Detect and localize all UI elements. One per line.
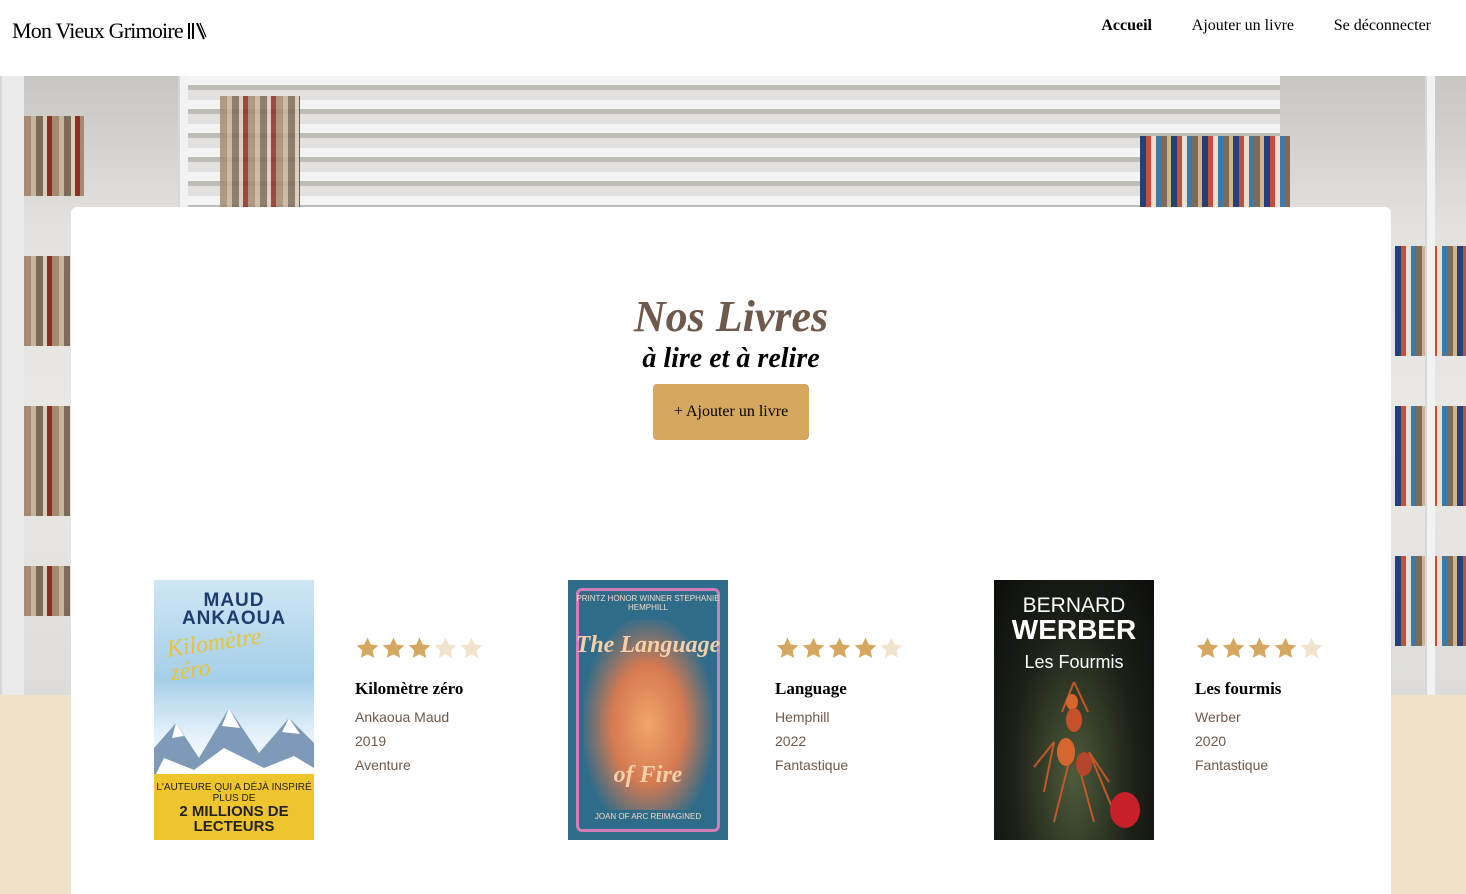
star-filled-icon — [828, 637, 851, 658]
book-year: 2019 — [355, 733, 387, 749]
book-author: Ankaoua Maud — [355, 709, 450, 725]
star-filled-icon — [1196, 637, 1219, 658]
book-meta: Werber 2020 Fantastique — [1195, 705, 1415, 777]
book-info: Language Hemphill 2022 Fantastique — [775, 636, 995, 777]
books-section: Nos Livres à lire et à relire + Ajouter … — [71, 207, 1391, 894]
book-card[interactable]: PRINTZ HONOR WINNER STEPHANIE HEMPHILL T… — [568, 580, 989, 840]
star-filled-icon — [1248, 637, 1271, 658]
cover-bottom-text: JOAN OF ARC REIMAGINED — [594, 812, 702, 821]
bookshelf-left — [24, 116, 84, 196]
book-author: Werber — [1195, 709, 1241, 725]
bookshelf-right — [1140, 136, 1290, 207]
star-filled-icon — [408, 637, 431, 658]
cover-title-top: The Language — [575, 632, 721, 658]
book-cover[interactable]: MAUD ANKAOUA Kilomètre zéro L'AUTEURE QU… — [154, 580, 314, 840]
rating-stars — [775, 636, 995, 664]
cover-banner-big: 2 MILLIONS DE LECTEURS — [179, 803, 289, 835]
book-info: Les fourmis Werber 2020 Fantastique — [1195, 636, 1415, 777]
cover-frame — [576, 588, 720, 832]
book-meta: Ankaoua Maud 2019 Aventure — [355, 705, 575, 777]
bookshelf-mid — [220, 96, 300, 207]
star-filled-icon — [854, 637, 877, 658]
book-card[interactable]: MAUD ANKAOUA Kilomètre zéro L'AUTEURE QU… — [154, 580, 575, 840]
star-filled-icon — [776, 637, 799, 658]
rating-stars — [1195, 636, 1415, 664]
logo-text: Mon Vieux Grimoire — [12, 18, 184, 43]
book-genre: Fantastique — [1195, 757, 1269, 773]
cover-banner-small: L'AUTEURE QUI A DÉJÀ INSPIRÉ PLUS DE — [156, 782, 312, 804]
cover-top-text: PRINTZ HONOR WINNER STEPHANIE HEMPHILL — [576, 594, 720, 612]
book-title[interactable]: Les fourmis — [1195, 679, 1415, 699]
book-info: Kilomètre zéro Ankaoua Maud 2019 Aventur… — [355, 636, 575, 777]
book-author: Hemphill — [775, 709, 830, 725]
bookshelf-left-3 — [24, 406, 70, 516]
page-title: Nos Livres — [633, 292, 829, 341]
cover-banner: L'AUTEURE QUI A DÉJÀ INSPIRÉ PLUS DE 2 M… — [154, 774, 314, 840]
shelf-pillar-right — [1425, 76, 1435, 695]
star-filled-icon — [1222, 637, 1245, 658]
rating-stars — [355, 636, 575, 664]
book-cover[interactable]: BERNARD WERBER Les Fourmis — [994, 580, 1154, 840]
bookshelf-left-4 — [24, 566, 70, 616]
mountains-illustration — [154, 708, 314, 778]
book-genre: Fantastique — [775, 757, 849, 773]
star-filled-icon — [1274, 637, 1297, 658]
cover-author-line: WERBER — [1011, 614, 1137, 645]
star-empty-icon — [460, 637, 483, 658]
ceiling-lights — [180, 76, 1280, 207]
page-subtitle: à lire et à relire — [642, 343, 820, 374]
star-empty-icon — [1300, 637, 1323, 658]
logo[interactable]: Mon Vieux Grimoire — [12, 18, 207, 44]
shelf-pillar-center-left — [178, 76, 188, 207]
book-cover[interactable]: PRINTZ HONOR WINNER STEPHANIE HEMPHILL T… — [568, 580, 728, 840]
book-title[interactable]: Language — [775, 679, 995, 699]
publisher-logo — [1110, 792, 1140, 828]
books-icon — [187, 21, 207, 41]
site-header: Mon Vieux Grimoire Accueil Ajouter un li… — [0, 0, 1466, 76]
nav-logout-link[interactable]: Se déconnecter — [1334, 17, 1431, 35]
book-card[interactable]: BERNARD WERBER Les Fourmis Les fourmis W… — [994, 580, 1391, 840]
book-genre: Aventure — [355, 757, 411, 773]
nav-home-link[interactable]: Accueil — [1101, 17, 1152, 35]
star-empty-icon — [434, 637, 457, 658]
shelf-pillar-left — [0, 76, 24, 695]
cover-title: Les Fourmis — [1024, 652, 1124, 672]
star-empty-icon — [880, 637, 903, 658]
book-year: 2020 — [1195, 733, 1227, 749]
book-title[interactable]: Kilomètre zéro — [355, 679, 575, 699]
bookshelf-left-2 — [24, 256, 70, 346]
star-filled-icon — [382, 637, 405, 658]
cover-title-bottom: of Fire — [613, 762, 683, 788]
book-meta: Hemphill 2022 Fantastique — [775, 705, 995, 777]
add-book-button[interactable]: + Ajouter un livre — [653, 384, 809, 440]
star-filled-icon — [802, 637, 825, 658]
star-filled-icon — [356, 637, 379, 658]
nav-add-book-link[interactable]: Ajouter un livre — [1192, 17, 1294, 35]
book-year: 2022 — [775, 733, 807, 749]
